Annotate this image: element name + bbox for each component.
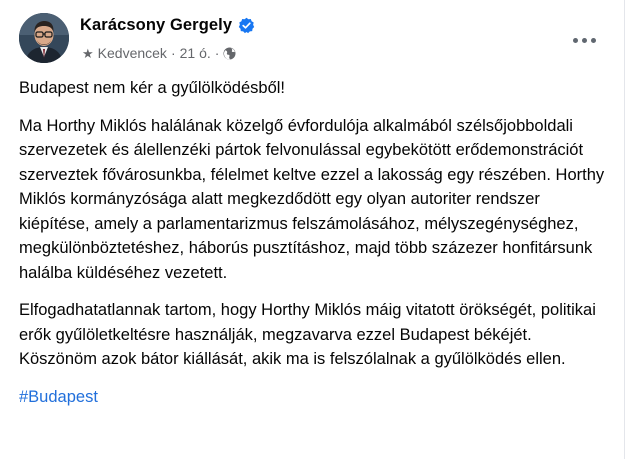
post-paragraph-headline: Budapest nem kér a gyűlölködésből! [19,79,285,97]
hashtag-link[interactable]: #Budapest [19,388,98,406]
more-dot-icon [590,37,596,43]
more-options-button[interactable] [566,25,602,55]
post-header: Karácsony Gergely ★ Kedvencek · 21 ó. · [15,13,610,69]
post-paragraph-1: Ma Horthy Miklós halálának közelgő évfor… [19,116,605,282]
post-time[interactable]: 21 ó. [180,45,211,61]
star-icon: ★ [82,45,94,61]
meta-separator: · [170,45,176,61]
post-paragraph-2: Elfogadhatatlannak tartom, hogy Horthy M… [19,301,596,368]
author-row: Karácsony Gergely [80,16,255,35]
more-dot-icon [572,37,578,43]
more-dot-icon [581,37,587,43]
globe-icon[interactable] [223,47,236,60]
post-content: Budapest nem kér a gyűlölködésből! Ma Ho… [19,76,613,409]
favorites-label[interactable]: Kedvencek [98,45,167,61]
verified-badge-icon [238,17,255,34]
avatar[interactable] [19,13,69,63]
post-meta: ★ Kedvencek · 21 ó. · [82,45,236,61]
author-name[interactable]: Karácsony Gergely [80,16,232,35]
meta-separator-2: · [214,45,220,61]
facebook-post: Karácsony Gergely ★ Kedvencek · 21 ó. · [0,0,625,459]
avatar-image [19,13,69,63]
